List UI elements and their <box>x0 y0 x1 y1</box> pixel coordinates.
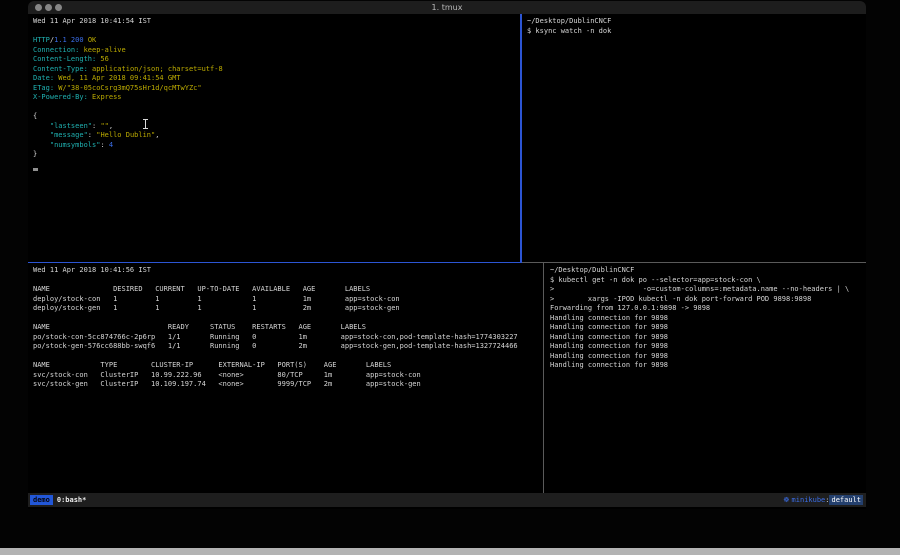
port-forward-output: ~/Desktop/DublinCNCF$ kubectl get -n dok… <box>545 263 866 371</box>
active-window-name[interactable]: 0:bash* <box>57 496 87 504</box>
pane-divider-horizontal-left[interactable] <box>28 262 522 263</box>
terminal-window: 1. tmux Wed 11 Apr 2018 10:41:54 IST HTT… <box>28 1 866 509</box>
desktop-bottom-strip <box>0 548 900 555</box>
kubernetes-helm-icon: ☸ <box>783 496 789 504</box>
pane-kubectl-get[interactable]: Wed 11 Apr 2018 10:41:56 IST NAME DESIRE… <box>28 263 544 493</box>
pane-ksync-watch[interactable]: ~/Desktop/DublinCNCF$ ksync watch -n dok <box>522 14 866 262</box>
ksync-watch-output: ~/Desktop/DublinCNCF$ ksync watch -n dok <box>522 14 866 36</box>
window-title: 1. tmux <box>28 3 866 12</box>
pane-divider-vertical-top[interactable] <box>520 14 522 263</box>
tmux-status-bar: demo 0:bash* ☸ minikube : default <box>28 493 866 507</box>
pane-divider-vertical-bottom[interactable] <box>543 263 544 493</box>
kube-namespace-label: default <box>829 495 863 505</box>
http-response-output: Wed 11 Apr 2018 10:41:54 IST HTTP/1.1 20… <box>28 14 520 160</box>
kubectl-get-output: Wed 11 Apr 2018 10:41:56 IST NAME DESIRE… <box>28 263 544 390</box>
terminal-block-cursor <box>33 168 38 171</box>
kube-status: ☸ minikube : default <box>783 495 863 505</box>
pane-divider-horizontal-right[interactable] <box>522 262 866 263</box>
mouse-ibeam-cursor <box>143 119 148 129</box>
session-name-badge[interactable]: demo <box>30 495 53 505</box>
window-titlebar[interactable]: 1. tmux <box>28 1 866 14</box>
kube-context-label: minikube <box>792 496 826 504</box>
desktop: 1. tmux Wed 11 Apr 2018 10:41:54 IST HTT… <box>0 0 900 555</box>
pane-port-forward[interactable]: ~/Desktop/DublinCNCF$ kubectl get -n dok… <box>545 263 866 493</box>
pane-http-response[interactable]: Wed 11 Apr 2018 10:41:54 IST HTTP/1.1 20… <box>28 14 520 262</box>
